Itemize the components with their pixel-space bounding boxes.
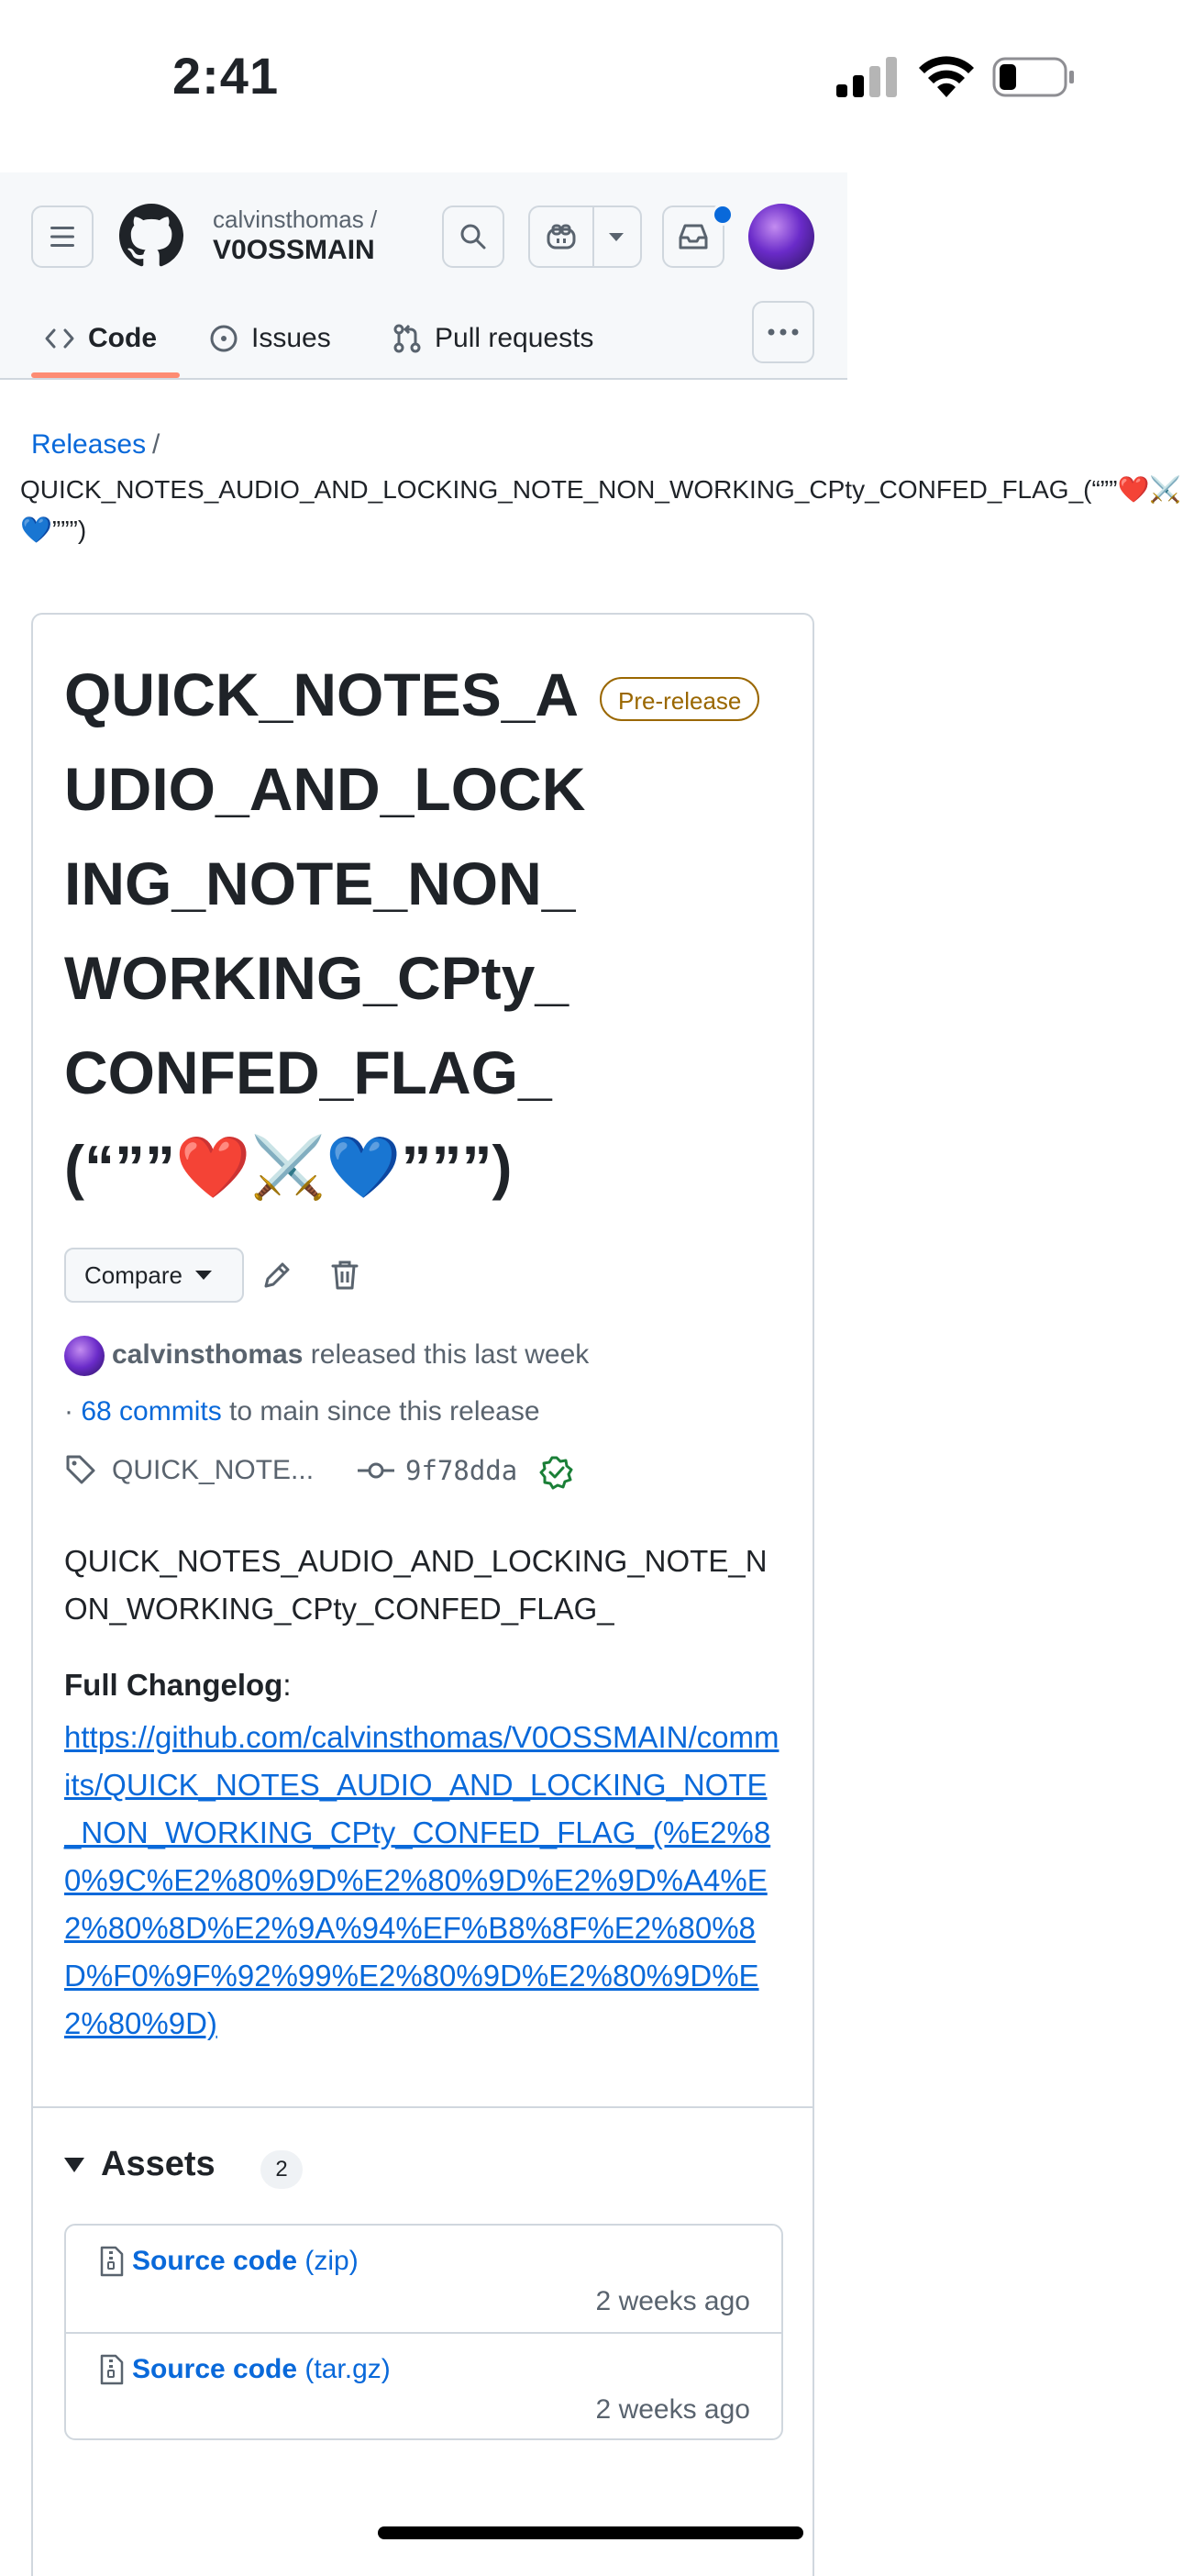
asset-targz-date: 2 weeks ago — [595, 2394, 750, 2425]
asset-zip-date: 2 weeks ago — [595, 2286, 750, 2316]
copilot-divider — [592, 207, 594, 266]
assets-title[interactable]: Assets — [101, 2145, 216, 2184]
git-commit-icon — [358, 1462, 394, 1479]
full-changelog-link[interactable]: https://github.com/calvinsthomas/V0OSSMA… — [64, 1714, 779, 2048]
pencil-icon[interactable] — [259, 1257, 295, 1294]
full-changelog-label: Full Changelog: — [64, 1668, 292, 1703]
menu-button[interactable] — [31, 205, 94, 268]
code-icon — [45, 328, 74, 349]
more-tabs-button[interactable] — [752, 301, 814, 363]
breadcrumb-separator: / — [152, 429, 160, 460]
breadcrumb-current: QUICK_NOTES_AUDIO_AND_LOCKING_NOTE_NON_W… — [20, 475, 1182, 544]
battery-icon — [992, 57, 1074, 97]
assets-divider — [31, 2106, 814, 2108]
tab-issues-label: Issues — [251, 323, 331, 353]
wifi-icon — [919, 56, 974, 97]
commits-suffix: to main since this release — [221, 1396, 540, 1427]
asset-row-targz: Source code (tar.gz) 2 weeks ago — [66, 2334, 781, 2440]
tab-code-label: Code — [88, 323, 157, 353]
kebab-horizontal-icon — [768, 328, 799, 336]
home-indicator[interactable] — [378, 2526, 803, 2539]
asset-link-zip[interactable]: Source code (zip) — [132, 2246, 359, 2277]
verified-icon[interactable] — [539, 1455, 574, 1490]
assets-list: Source code (zip) 2 weeks ago Source cod… — [64, 2224, 783, 2440]
release-notes-body: QUICK_NOTES_AUDIO_AND_LOCKING_NOTE_NON_W… — [64, 1544, 768, 1626]
tab-issues[interactable]: Issues — [209, 301, 331, 376]
user-avatar[interactable] — [748, 204, 814, 270]
hamburger-icon — [50, 227, 74, 247]
chevron-down-icon — [194, 1271, 212, 1280]
repo-name[interactable]: V0OSSMAIN — [213, 235, 375, 266]
asset-targz-name: Source code — [132, 2354, 298, 2384]
file-zip-icon — [100, 2246, 124, 2277]
release-author-line: calvinsthomas released this last week — [112, 1339, 589, 1371]
search-button[interactable] — [442, 205, 504, 268]
trash-icon[interactable] — [326, 1257, 363, 1294]
pull-request-icon — [393, 324, 421, 353]
asset-row-zip: Source code (zip) 2 weeks ago — [66, 2226, 781, 2334]
issue-icon — [210, 325, 238, 352]
tab-pull-requests[interactable]: Pull requests — [392, 301, 593, 376]
notification-dot — [712, 204, 734, 226]
repo-owner[interactable]: calvinsthomas / — [213, 205, 377, 234]
full-changelog-colon: : — [282, 1668, 292, 1702]
file-zip-icon — [100, 2354, 124, 2385]
release-title: QUICK_NOTES_AUDIO_AND_LOCKING_NOTE_NON_W… — [64, 661, 586, 1201]
github-logo-icon[interactable] — [119, 204, 183, 268]
commits-link[interactable]: 68 commits — [81, 1396, 221, 1427]
assets-collapse-icon[interactable] — [64, 2158, 84, 2172]
search-icon — [460, 224, 486, 250]
tab-code[interactable]: Code — [44, 301, 157, 376]
selected-tab-indicator — [31, 372, 180, 378]
author-avatar[interactable] — [64, 1336, 105, 1376]
inbox-icon — [679, 224, 708, 250]
commit-sha-link[interactable]: 9f78dda — [405, 1455, 517, 1486]
compare-label: Compare — [84, 1260, 182, 1289]
assets-count-badge: 2 — [260, 2150, 303, 2189]
copilot-dropdown-icon[interactable] — [609, 233, 624, 241]
asset-zip-name: Source code — [132, 2246, 298, 2276]
cellular-signal-icon — [836, 57, 897, 97]
breadcrumb-releases-link[interactable]: Releases — [31, 429, 146, 461]
asset-link-targz[interactable]: Source code (tar.gz) — [132, 2354, 391, 2385]
tab-pull-requests-label: Pull requests — [435, 323, 594, 353]
released-text: released this last week — [310, 1339, 590, 1370]
commits-prefix: · — [64, 1396, 82, 1427]
repo-header: calvinsthomas / V0OSSMAIN Code Issues Pu… — [0, 172, 847, 380]
author-name[interactable]: calvinsthomas — [112, 1339, 303, 1370]
copilot-icon — [547, 224, 576, 250]
copilot-button[interactable] — [528, 205, 642, 268]
asset-targz-kind: (tar.gz) — [297, 2354, 391, 2384]
asset-zip-kind: (zip) — [297, 2246, 359, 2276]
commits-since-line: · 68 commits to main since this release — [64, 1396, 540, 1427]
status-time: 2:41 — [172, 47, 280, 105]
prerelease-badge: Pre-release — [600, 677, 760, 721]
full-changelog-text: Full Changelog — [64, 1668, 283, 1702]
tag-link[interactable]: QUICK_NOTE... — [112, 1455, 314, 1486]
compare-button[interactable]: Compare — [64, 1248, 244, 1303]
tag-icon — [66, 1455, 95, 1484]
